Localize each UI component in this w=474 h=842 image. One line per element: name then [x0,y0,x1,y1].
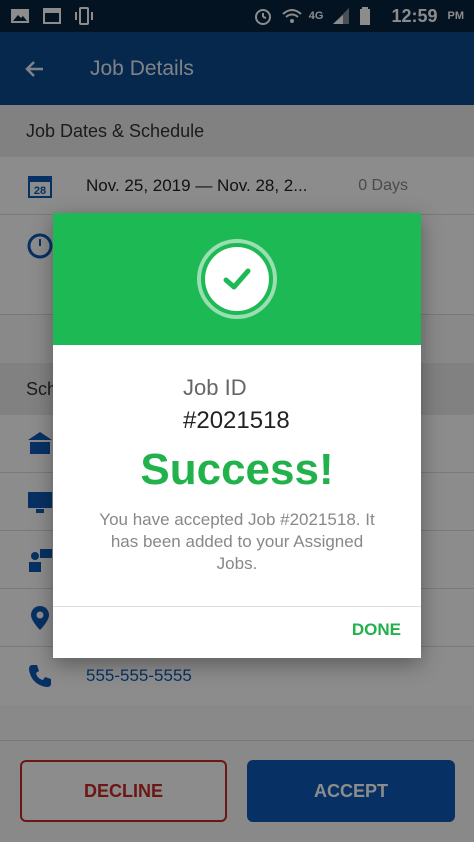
done-button[interactable]: DONE [352,620,401,640]
job-id-value: #2021518 [183,407,290,434]
success-dialog: Job ID #2021518 Success! You have accept… [53,213,421,658]
checkmark-icon [205,247,269,311]
check-ring [197,239,277,319]
dialog-divider [53,606,421,607]
job-id-label: Job ID [183,375,247,400]
dialog-header [53,213,421,345]
success-title: Success! [140,445,334,494]
success-message: You have accepted Job #2021518. It has b… [99,510,375,573]
